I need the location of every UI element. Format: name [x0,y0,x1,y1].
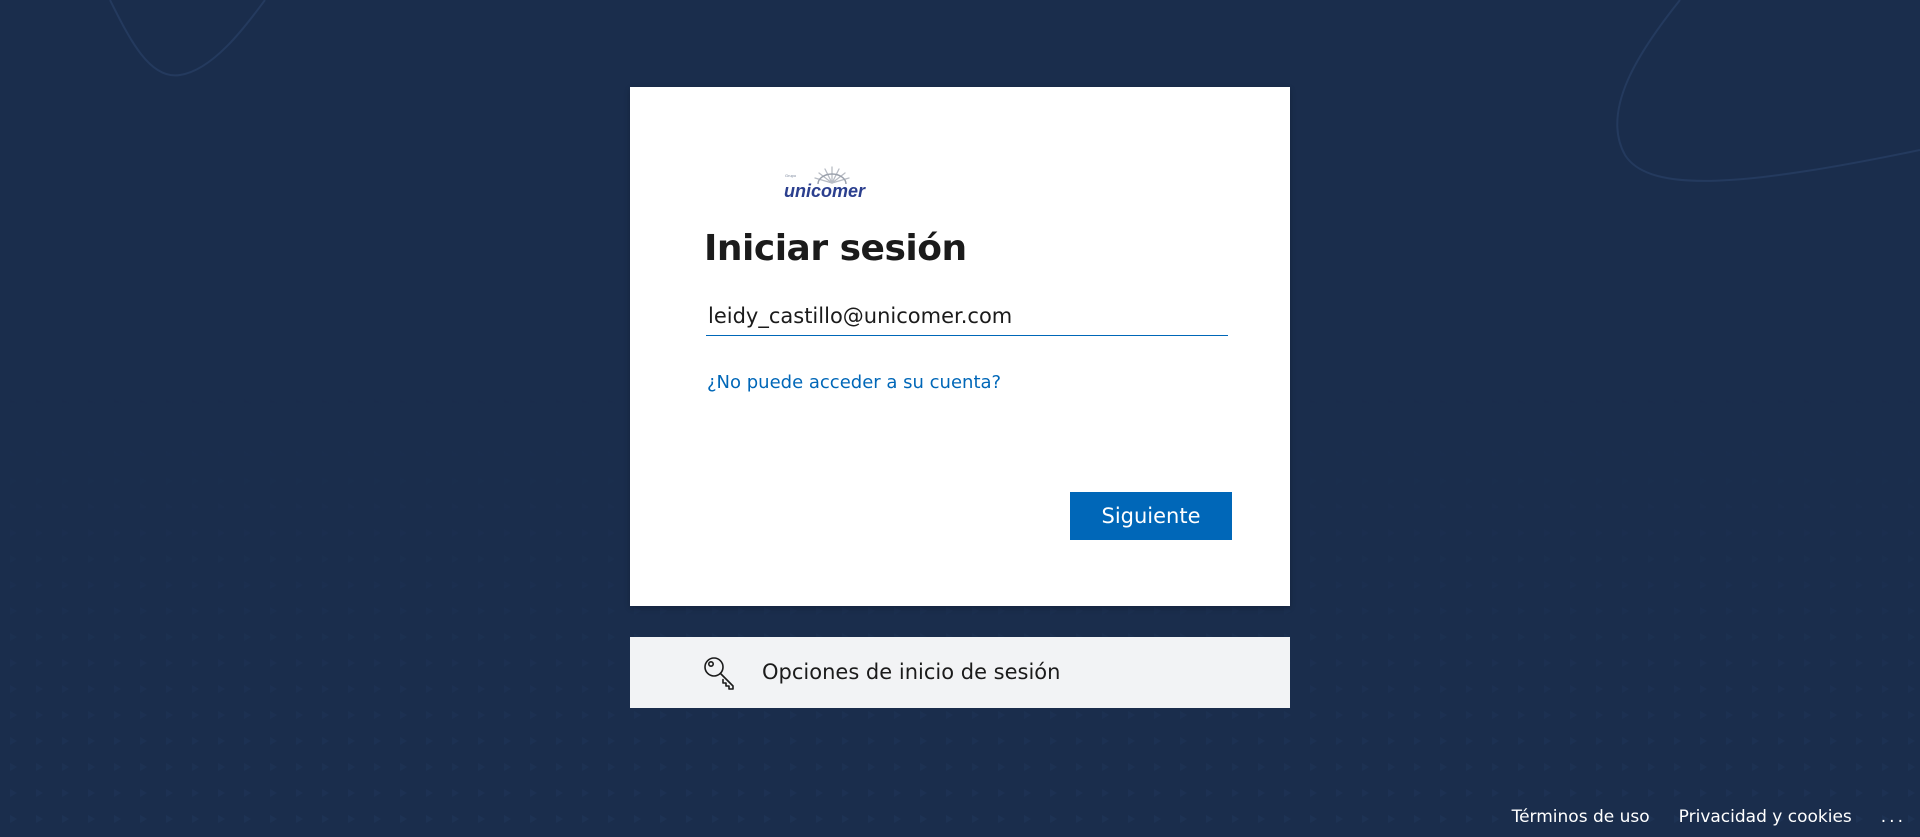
next-button[interactable]: Siguiente [1070,492,1232,540]
page-title: Iniciar sesión [704,228,967,269]
signin-options-button[interactable]: Opciones de inicio de sesión [630,637,1290,708]
svg-text:unicomer: unicomer [784,181,866,201]
svg-text:Grupo: Grupo [785,173,797,178]
email-field[interactable] [706,296,1228,336]
terms-of-use-link[interactable]: Términos de uso [1512,807,1650,827]
footer: Términos de uso Privacidad y cookies ... [1512,807,1906,827]
signin-options-label: Opciones de inicio de sesión [762,660,1061,684]
cant-access-account-link[interactable]: ¿No puede acceder a su cuenta? [707,372,1001,393]
more-options-button[interactable]: ... [1881,807,1906,827]
signin-card: Grupo unicomer Iniciar sesión ¿No puede … [630,87,1290,606]
key-icon [704,657,734,690]
privacy-cookies-link[interactable]: Privacidad y cookies [1679,807,1852,827]
unicomer-logo: Grupo unicomer [784,166,866,201]
